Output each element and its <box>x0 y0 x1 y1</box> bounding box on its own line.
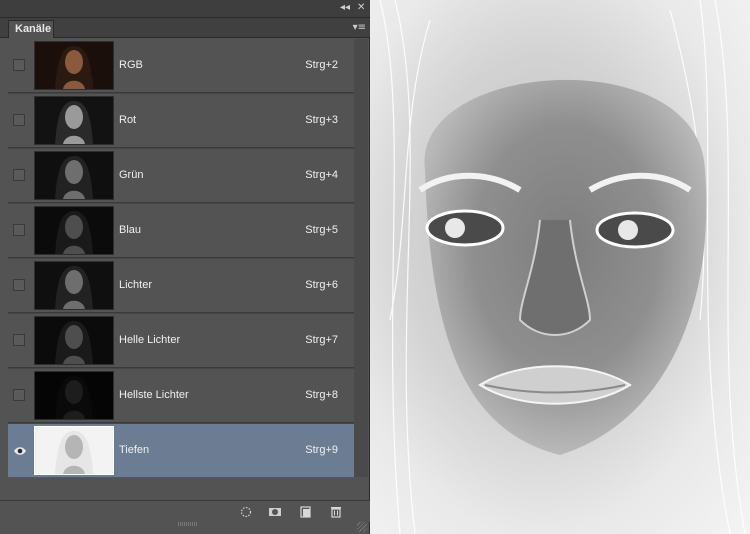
channel-thumbnail <box>34 41 114 90</box>
channel-row[interactable]: Hellste Lichter Strg+8 <box>8 369 354 423</box>
channel-row[interactable]: RGB Strg+2 <box>8 39 354 93</box>
panel-resize-corner[interactable] <box>357 522 367 532</box>
panel-menu-icon[interactable]: ▾≡ <box>353 22 366 34</box>
save-selection-mask-icon[interactable] <box>268 506 282 518</box>
load-selection-icon[interactable] <box>239 506 253 518</box>
channel-shortcut: Strg+9 <box>305 444 338 456</box>
channel-name: Helle Lichter <box>119 334 181 346</box>
visibility-toggle[interactable] <box>13 224 25 236</box>
channel-thumbnail <box>34 151 114 200</box>
visibility-toggle[interactable] <box>13 59 25 71</box>
channel-row[interactable]: Rot Strg+3 <box>8 94 354 148</box>
channel-thumbnail <box>34 206 114 255</box>
channel-shortcut: Strg+6 <box>305 279 338 291</box>
channel-name: Blau <box>119 224 142 236</box>
panel-tab-bar: Kanäle ▾≡ <box>0 18 370 38</box>
channel-name: Lichter <box>119 279 153 291</box>
channel-name: Rot <box>119 114 137 126</box>
visibility-toggle[interactable] <box>13 169 25 181</box>
channel-row[interactable]: Lichter Strg+6 <box>8 259 354 313</box>
close-panel-icon[interactable]: ✕ <box>357 2 365 14</box>
channel-list-scrollbar[interactable] <box>354 39 368 477</box>
tab-channels[interactable]: Kanäle <box>8 20 54 38</box>
visibility-toggle[interactable] <box>13 114 25 126</box>
channel-shortcut: Strg+7 <box>305 334 338 346</box>
channel-shortcut: Strg+2 <box>305 59 338 71</box>
channel-shortcut: Strg+5 <box>305 224 338 236</box>
channel-thumbnail <box>34 316 114 365</box>
channel-row[interactable]: Grün Strg+4 <box>8 149 354 203</box>
document-canvas[interactable] <box>370 0 750 534</box>
panel-resize-grip[interactable] <box>178 522 198 526</box>
channel-row[interactable]: Blau Strg+5 <box>8 204 354 258</box>
channel-shortcut: Strg+8 <box>305 389 338 401</box>
channel-thumbnail <box>34 371 114 420</box>
eye-icon <box>14 447 26 455</box>
collapse-panel-icon[interactable]: ◂◂ <box>340 2 350 14</box>
visibility-toggle[interactable] <box>13 389 25 401</box>
new-channel-icon[interactable] <box>299 506 313 518</box>
channel-name: Grün <box>119 169 144 181</box>
panel-footer <box>0 500 370 522</box>
channel-thumbnail <box>34 261 114 310</box>
channel-thumbnail <box>34 96 114 145</box>
panel-title-bar[interactable]: ◂◂ ✕ <box>0 0 370 18</box>
channel-name: Hellste Lichter <box>119 389 189 401</box>
channels-panel: ◂◂ ✕ Kanäle ▾≡ RGB Strg+2 Rot Strg+3 Grün Str… <box>0 0 370 534</box>
trash-icon[interactable] <box>329 506 343 518</box>
inverted-portrait-image <box>379 0 746 534</box>
visibility-toggle[interactable] <box>13 334 25 346</box>
channel-row[interactable]: Tiefen Strg+9 <box>8 424 354 478</box>
channel-thumbnail <box>34 426 114 475</box>
channel-list: RGB Strg+2 Rot Strg+3 Grün Strg+4 Blau Strg+5 Li… <box>8 39 354 478</box>
channel-shortcut: Strg+4 <box>305 169 338 181</box>
channel-name: Tiefen <box>119 444 150 456</box>
channel-name: RGB <box>119 59 143 71</box>
visibility-toggle[interactable] <box>13 279 25 291</box>
eye-icon[interactable] <box>13 444 26 456</box>
channel-row[interactable]: Helle Lichter Strg+7 <box>8 314 354 368</box>
channel-shortcut: Strg+3 <box>305 114 338 126</box>
